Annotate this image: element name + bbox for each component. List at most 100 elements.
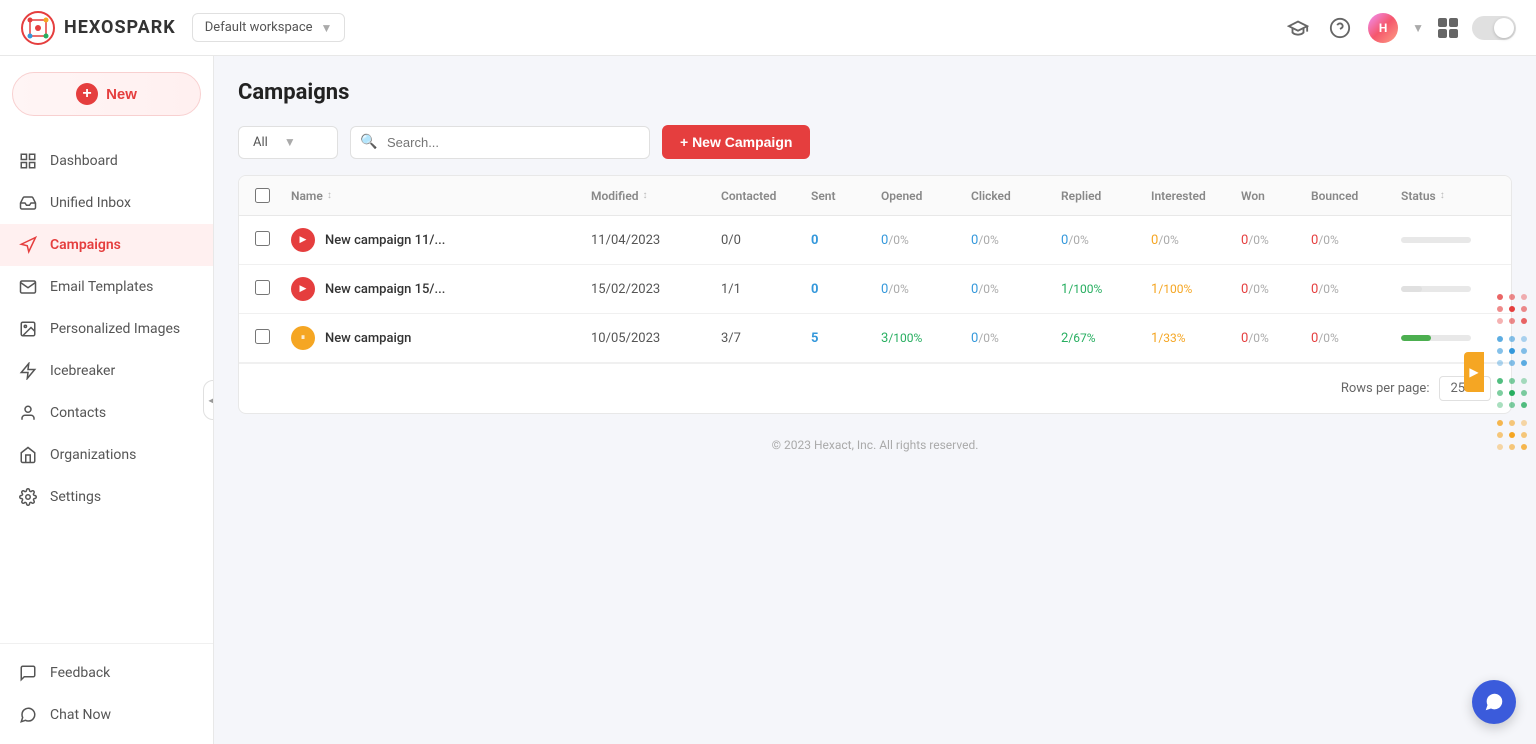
sidebar-item-settings[interactable]: Settings bbox=[0, 476, 213, 518]
sidebar-item-contacts[interactable]: Contacts bbox=[0, 392, 213, 434]
sidebar-nav: Dashboard Unified Inbox Campaigns bbox=[0, 132, 213, 643]
sidebar-item-personalized-images[interactable]: Personalized Images bbox=[0, 308, 213, 350]
row-select-checkbox[interactable] bbox=[255, 231, 270, 246]
campaign-contacted: 1/1 bbox=[721, 282, 811, 297]
sidebar-item-label: Organizations bbox=[50, 447, 136, 463]
campaign-interested: 1/33% bbox=[1151, 331, 1241, 346]
th-sent: Sent bbox=[811, 189, 881, 203]
select-all-checkbox[interactable] bbox=[255, 188, 270, 203]
header-right: H ▼ bbox=[1284, 13, 1516, 43]
float-pattern-4[interactable] bbox=[1494, 417, 1530, 453]
help-icon[interactable] bbox=[1326, 14, 1354, 42]
image-icon bbox=[18, 319, 38, 339]
comment-icon bbox=[18, 663, 38, 683]
sidebar-item-label: Campaigns bbox=[50, 237, 121, 253]
sidebar-item-label: Icebreaker bbox=[50, 363, 115, 379]
campaign-name[interactable]: New campaign 15/... bbox=[325, 282, 445, 297]
campaign-bounced: 0/0% bbox=[1311, 331, 1401, 346]
toggle-switch[interactable] bbox=[1472, 16, 1516, 40]
new-campaign-label: + New Campaign bbox=[680, 134, 792, 150]
campaign-won: 0/0% bbox=[1241, 282, 1311, 297]
play-icon[interactable]: ▶ bbox=[291, 228, 315, 252]
campaign-sent: 0 bbox=[811, 233, 881, 248]
campaign-bounced: 0/0% bbox=[1311, 233, 1401, 248]
sidebar-item-label: Email Templates bbox=[50, 279, 153, 295]
workspace-selector[interactable]: Default workspace ▼ bbox=[192, 13, 346, 42]
row-select-checkbox[interactable] bbox=[255, 329, 270, 344]
avatar[interactable]: H bbox=[1368, 13, 1398, 43]
table-header: Name ↕ Modified ↕ Contacted Sent Opened … bbox=[239, 176, 1511, 216]
new-button-label: New bbox=[106, 86, 137, 103]
apps-icon[interactable] bbox=[1438, 18, 1458, 38]
search-input[interactable] bbox=[350, 126, 650, 159]
table-row: ▶ New campaign 11/... 11/04/2023 0/0 0 0… bbox=[239, 216, 1511, 265]
main-layout: + New Dashboard Unified In bbox=[0, 56, 1536, 744]
campaign-bounced: 0/0% bbox=[1311, 282, 1401, 297]
rows-per-page-value: 25 bbox=[1450, 381, 1465, 396]
sidebar-item-label: Chat Now bbox=[50, 707, 111, 723]
megaphone-icon bbox=[18, 235, 38, 255]
campaign-name[interactable]: New campaign 11/... bbox=[325, 233, 445, 248]
sidebar-item-feedback[interactable]: Feedback bbox=[0, 652, 213, 694]
campaigns-table: Name ↕ Modified ↕ Contacted Sent Opened … bbox=[238, 175, 1512, 414]
campaign-sent: 5 bbox=[811, 331, 881, 346]
new-button[interactable]: + New bbox=[12, 72, 201, 116]
sidebar-collapse-button[interactable]: ◀ bbox=[203, 380, 214, 420]
chevron-down-icon-header[interactable]: ▼ bbox=[1412, 21, 1424, 35]
right-expand-button[interactable]: ▶ bbox=[1464, 352, 1484, 392]
pause-icon[interactable]: ⏸ bbox=[291, 326, 315, 350]
th-contacted: Contacted bbox=[721, 189, 811, 203]
table-row: ▶ New campaign 15/... 15/02/2023 1/1 0 0… bbox=[239, 265, 1511, 314]
logo-area: HEXOSPARK bbox=[20, 10, 176, 46]
sidebar-item-dashboard[interactable]: Dashboard bbox=[0, 140, 213, 182]
new-campaign-button[interactable]: + New Campaign bbox=[662, 125, 810, 159]
campaign-modified: 15/02/2023 bbox=[591, 282, 721, 297]
top-header: HEXOSPARK Default workspace ▼ H ▼ bbox=[0, 0, 1536, 56]
gear-icon bbox=[18, 487, 38, 507]
rows-per-page-label: Rows per page: bbox=[1341, 381, 1430, 396]
app-name: HEXOSPARK bbox=[64, 17, 176, 38]
row-checkbox bbox=[255, 231, 291, 250]
float-pattern-1[interactable] bbox=[1494, 291, 1530, 327]
th-won: Won bbox=[1241, 189, 1311, 203]
chevron-down-icon: ▼ bbox=[284, 135, 296, 149]
sidebar: + New Dashboard Unified In bbox=[0, 56, 214, 744]
sidebar-item-label: Personalized Images bbox=[50, 321, 180, 337]
graduation-icon[interactable] bbox=[1284, 14, 1312, 42]
sidebar-item-label: Feedback bbox=[50, 665, 110, 681]
th-modified: Modified ↕ bbox=[591, 189, 721, 203]
filter-dropdown[interactable]: All ▼ bbox=[238, 126, 338, 159]
campaign-clicked: 0/0% bbox=[971, 282, 1061, 297]
sidebar-item-chat-now[interactable]: Chat Now bbox=[0, 694, 213, 736]
sidebar-bottom: Feedback Chat Now bbox=[0, 643, 213, 744]
sidebar-item-email-templates[interactable]: Email Templates bbox=[0, 266, 213, 308]
workspace-label: Default workspace bbox=[205, 20, 313, 35]
campaign-modified: 10/05/2023 bbox=[591, 331, 721, 346]
search-wrapper: 🔍 bbox=[350, 126, 650, 159]
lightning-icon bbox=[18, 361, 38, 381]
campaign-name-cell: ⏸ New campaign bbox=[291, 326, 591, 350]
sidebar-item-campaigns[interactable]: Campaigns bbox=[0, 224, 213, 266]
sidebar-item-organizations[interactable]: Organizations bbox=[0, 434, 213, 476]
table-row: ⏸ New campaign 10/05/2023 3/7 5 3/100% 0… bbox=[239, 314, 1511, 363]
float-pattern-2[interactable] bbox=[1494, 333, 1530, 369]
campaign-interested: 1/100% bbox=[1151, 282, 1241, 297]
filter-label: All bbox=[253, 135, 268, 150]
sidebar-item-label: Dashboard bbox=[50, 153, 118, 169]
sidebar-item-icebreaker[interactable]: Icebreaker bbox=[0, 350, 213, 392]
campaign-status bbox=[1401, 237, 1501, 243]
main-content: Campaigns All ▼ 🔍 + New Campaign Name bbox=[214, 56, 1536, 744]
sidebar-item-label: Settings bbox=[50, 489, 101, 505]
chat-bubble-button[interactable] bbox=[1472, 680, 1516, 724]
play-icon[interactable]: ▶ bbox=[291, 277, 315, 301]
campaign-name[interactable]: New campaign bbox=[325, 331, 411, 346]
th-status: Status ↕ bbox=[1401, 189, 1501, 203]
sidebar-item-unified-inbox[interactable]: Unified Inbox bbox=[0, 182, 213, 224]
campaign-clicked: 0/0% bbox=[971, 331, 1061, 346]
building-icon bbox=[18, 445, 38, 465]
float-pattern-3[interactable] bbox=[1494, 375, 1530, 411]
search-icon: 🔍 bbox=[360, 134, 377, 150]
chat-icon bbox=[18, 705, 38, 725]
campaign-name-cell: ▶ New campaign 11/... bbox=[291, 228, 591, 252]
row-select-checkbox[interactable] bbox=[255, 280, 270, 295]
